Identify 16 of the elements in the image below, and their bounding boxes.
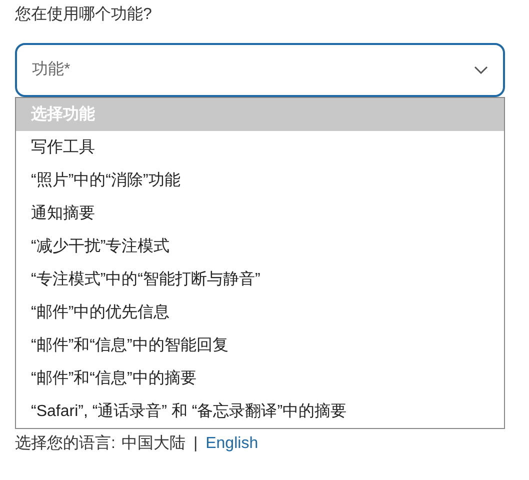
option-item[interactable]: 写作工具 [16, 131, 504, 164]
option-item[interactable]: “邮件”和“信息”中的智能回复 [16, 329, 504, 362]
feature-select[interactable]: 功能* [15, 43, 505, 97]
language-label: 选择您的语言: [15, 434, 116, 454]
option-item[interactable]: “专注模式”中的“智能打断与静音” [16, 263, 504, 296]
option-item[interactable]: “减少干扰”专注模式 [16, 230, 504, 263]
chevron-down-icon [474, 66, 488, 74]
option-item[interactable]: “照片”中的“消除”功能 [16, 164, 504, 197]
english-link[interactable]: English [206, 432, 258, 456]
region-text: 中国大陆 [121, 434, 186, 454]
separator-text: | [193, 434, 198, 454]
question-text: 您在使用哪个功能? [15, 4, 152, 25]
option-item[interactable]: “邮件”中的优先信息 [16, 296, 504, 329]
option-item[interactable]: 通知摘要 [16, 197, 504, 230]
option-item[interactable]: “邮件”和“信息”中的摘要 [16, 362, 504, 395]
option-item[interactable]: “Safari”, “通话录音” 和 “备忘录翻译”中的摘要 [16, 395, 504, 428]
